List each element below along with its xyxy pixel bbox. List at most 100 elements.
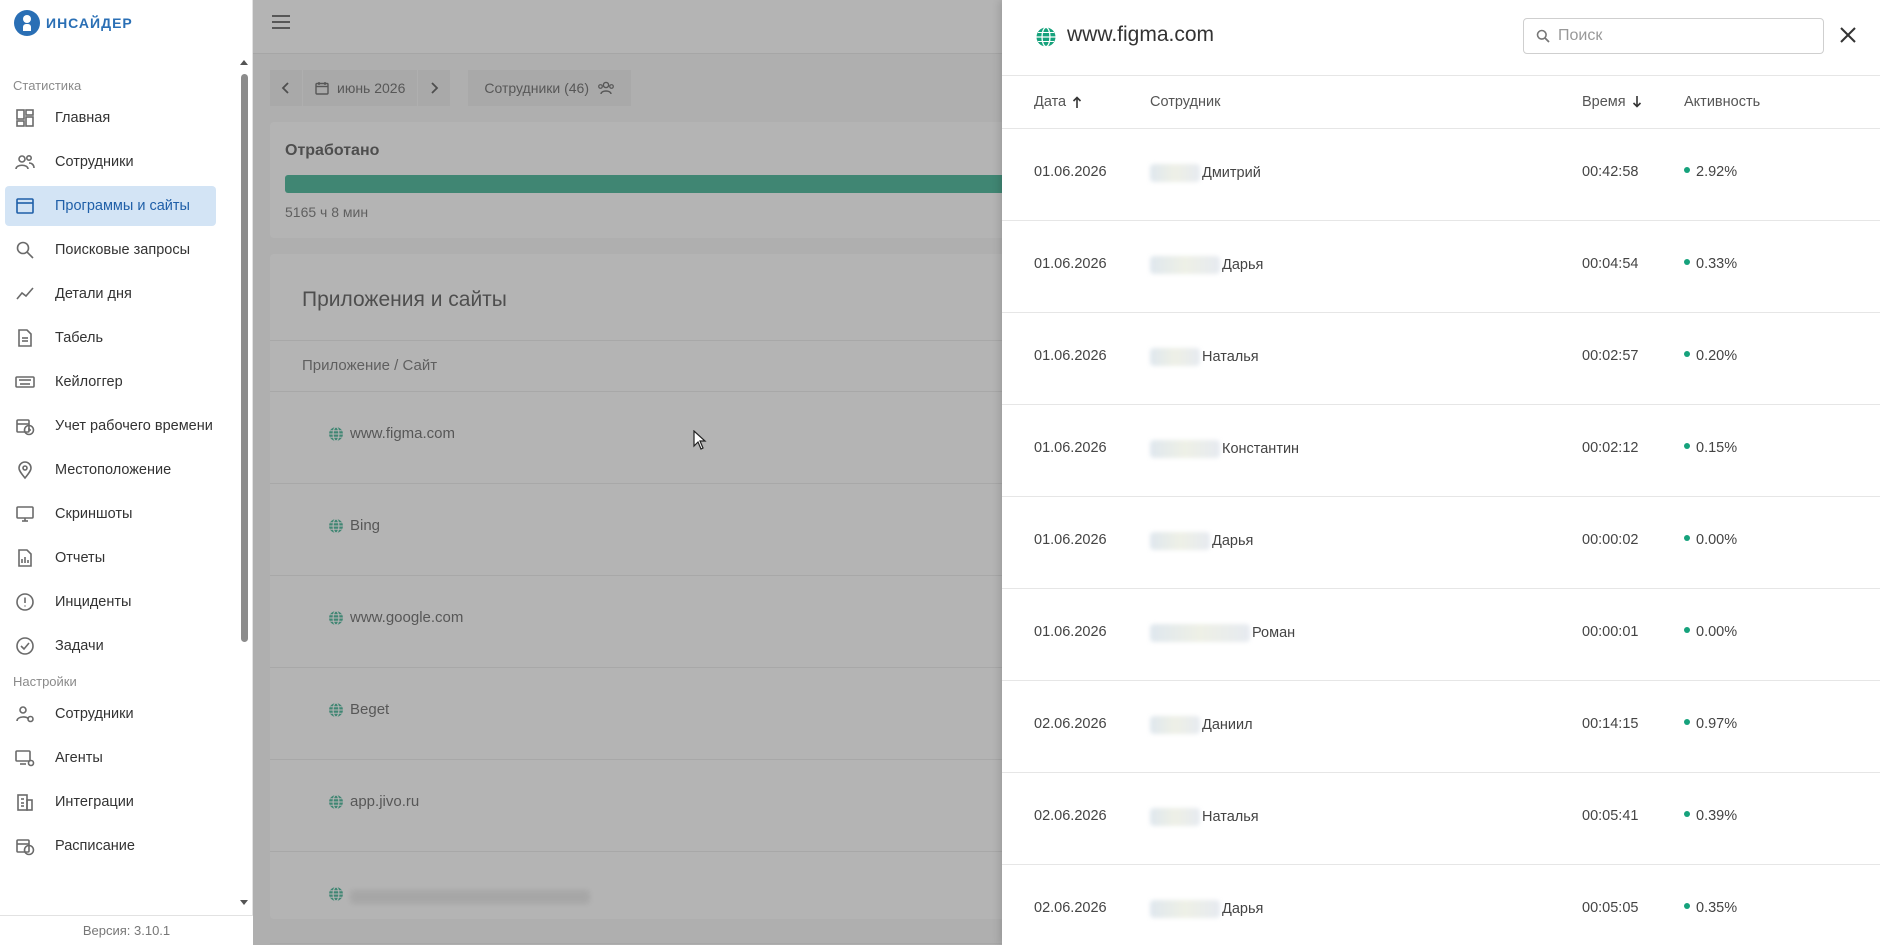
row-date: 02.06.2026 [1034, 716, 1107, 732]
drawer-table-header: Дата Сотрудник Время Активность [1002, 76, 1880, 129]
scroll-down-arrow-icon[interactable] [240, 900, 248, 905]
row-employee[interactable]: Роман [1150, 624, 1295, 642]
redacted-surname [1150, 624, 1250, 642]
activity-dot-icon [1684, 719, 1690, 726]
row-time: 00:05:05 [1582, 900, 1639, 916]
row-employee[interactable]: Даниил [1150, 716, 1253, 734]
sidebar-item[interactable]: Расписание [5, 826, 216, 866]
sidebar-item[interactable]: Программы и сайты [5, 186, 216, 226]
drawer-search [1523, 18, 1824, 54]
search-input[interactable] [1558, 27, 1798, 45]
search-icon [1536, 29, 1550, 43]
sidebar-item[interactable]: Главная [5, 98, 216, 138]
row-date: 01.06.2026 [1034, 440, 1107, 456]
sidebar-item-label: Учет рабочего времени [55, 418, 213, 434]
activity-value: 2.92% [1696, 164, 1738, 180]
activity-value: 0.97% [1696, 716, 1738, 732]
activity-dot-icon [1684, 811, 1690, 818]
document-icon [14, 327, 36, 349]
sidebar-item-label: Главная [55, 110, 111, 126]
row-employee[interactable]: Наталья [1150, 808, 1259, 826]
sidebar-item-label: Программы и сайты [55, 198, 190, 214]
row-date: 01.06.2026 [1034, 256, 1107, 272]
app-logo[interactable]: ИНСАЙДЕР [14, 10, 133, 36]
row-time: 00:02:57 [1582, 348, 1639, 364]
sidebar-item[interactable]: Табель [5, 318, 216, 358]
sidebar-item[interactable]: Сотрудники [5, 694, 216, 734]
row-employee[interactable]: Наталья [1150, 348, 1259, 366]
sidebar-scrollbar[interactable] [240, 56, 249, 906]
table-row[interactable]: 02.06.2026 Наталья 00:05:41 0.39% [1002, 773, 1880, 865]
sidebar-item[interactable]: Детали дня [5, 274, 216, 314]
sidebar-item-label: Детали дня [55, 286, 132, 302]
monitor-settings-icon [14, 747, 36, 769]
sidebar-item[interactable]: Скриншоты [5, 494, 216, 534]
row-employee[interactable]: Дарья [1150, 900, 1263, 918]
table-row[interactable]: 01.06.2026 Константин 00:02:12 0.15% [1002, 405, 1880, 497]
activity-value: 0.00% [1696, 624, 1738, 640]
activity-value: 0.00% [1696, 532, 1738, 548]
sidebar-item-label: Сотрудники [55, 154, 134, 170]
activity-dot-icon [1684, 351, 1690, 358]
sidebar-item-label: Интеграции [55, 794, 134, 810]
sidebar-item-label: Скриншоты [55, 506, 133, 522]
employee-column-label: Сотрудник [1150, 94, 1221, 110]
close-icon[interactable] [1837, 24, 1859, 46]
scroll-up-arrow-icon[interactable] [240, 60, 248, 65]
building-icon [14, 791, 36, 813]
sidebar-item-label: Табель [55, 330, 104, 346]
table-row[interactable]: 01.06.2026 Дмитрий 00:42:58 2.92% [1002, 129, 1880, 221]
table-row[interactable]: 02.06.2026 Даниил 00:14:15 0.97% [1002, 681, 1880, 773]
sidebar-item[interactable]: Сотрудники [5, 142, 216, 182]
sort-descending-icon [1632, 96, 1641, 108]
sidebar-item[interactable]: Поисковые запросы [5, 230, 216, 270]
row-time: 00:04:54 [1582, 256, 1639, 272]
site-details-drawer: www.figma.com Дата Сотрудник Время Актив… [1002, 0, 1880, 945]
sidebar-item[interactable]: Отчеты [5, 538, 216, 578]
drawer-header: www.figma.com [1002, 0, 1880, 76]
keyboard-icon [14, 371, 36, 393]
row-employee[interactable]: Дарья [1150, 256, 1263, 274]
sidebar-item[interactable]: Местоположение [5, 450, 216, 490]
sidebar-item-label: Инциденты [55, 594, 132, 610]
activity-column-header[interactable]: Активность [1684, 94, 1760, 110]
sidebar-item[interactable]: Инциденты [5, 582, 216, 622]
redacted-surname [1150, 532, 1210, 550]
sidebar-item[interactable]: Учет рабочего времени [5, 406, 216, 446]
activity-dot-icon [1684, 259, 1690, 266]
globe-icon [1036, 26, 1056, 48]
employee-name: Дарья [1212, 533, 1254, 549]
sidebar-nav: Статистика Главная Сотрудники Программы и … [0, 64, 240, 916]
row-activity: 2.92% [1684, 164, 1737, 180]
table-row[interactable]: 01.06.2026 Наталья 00:02:57 0.20% [1002, 313, 1880, 405]
table-row[interactable]: 02.06.2026 Дарья 00:05:05 0.35% [1002, 865, 1880, 945]
date-column-header[interactable]: Дата [1034, 94, 1082, 110]
row-employee[interactable]: Дмитрий [1150, 164, 1261, 182]
row-employee[interactable]: Константин [1150, 440, 1299, 458]
row-date: 02.06.2026 [1034, 900, 1107, 916]
table-row[interactable]: 01.06.2026 Дарья 00:00:02 0.00% [1002, 497, 1880, 589]
users-icon [14, 151, 36, 173]
sidebar-item-label: Агенты [55, 750, 103, 766]
row-employee[interactable]: Дарья [1150, 532, 1253, 550]
redacted-surname [1150, 900, 1220, 918]
employee-name: Константин [1222, 441, 1300, 457]
sidebar-item-label: Задачи [55, 638, 104, 654]
report-icon [14, 547, 36, 569]
calendar-clock-icon [14, 415, 36, 437]
scrollbar-thumb[interactable] [241, 74, 248, 642]
row-activity: 0.35% [1684, 900, 1737, 916]
table-row[interactable]: 01.06.2026 Роман 00:00:01 0.00% [1002, 589, 1880, 681]
sidebar-item[interactable]: Задачи [5, 626, 216, 666]
row-activity: 0.15% [1684, 440, 1737, 456]
sidebar-item[interactable]: Агенты [5, 738, 216, 778]
employee-column-header[interactable]: Сотрудник [1150, 94, 1220, 110]
table-row[interactable]: 01.06.2026 Дарья 00:04:54 0.33% [1002, 221, 1880, 313]
app-version: Версия: 3.10.1 [0, 915, 253, 945]
time-column-header[interactable]: Время [1582, 94, 1642, 110]
redacted-surname [1150, 716, 1200, 734]
sidebar-item[interactable]: Интеграции [5, 782, 216, 822]
sidebar-item[interactable]: Кейлоггер [5, 362, 216, 402]
alert-circle-icon [14, 591, 36, 613]
row-date: 01.06.2026 [1034, 348, 1107, 364]
